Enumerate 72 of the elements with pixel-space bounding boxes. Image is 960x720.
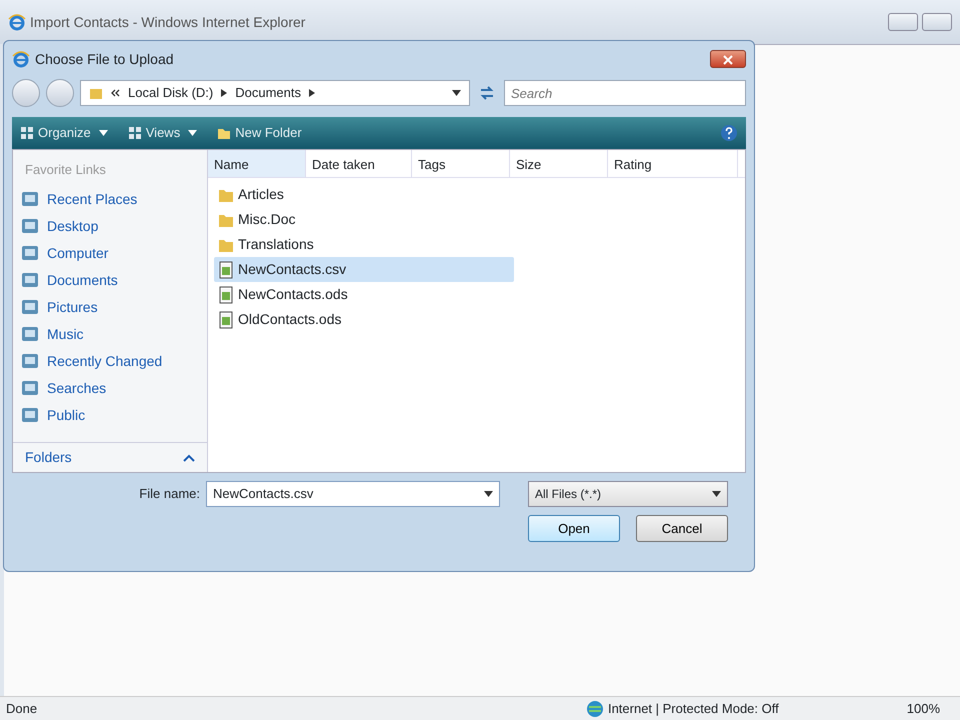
file-item[interactable]: Articles	[214, 182, 514, 207]
file-item[interactable]: OldContacts.ods	[214, 307, 514, 332]
field-label: File name:	[139, 485, 200, 504]
spreadsheet-file-icon	[218, 260, 234, 278]
spreadsheet-file-icon	[218, 286, 234, 304]
place-icon	[21, 379, 39, 397]
column-header[interactable]: Name	[208, 150, 306, 177]
spreadsheet-file-icon	[218, 310, 234, 328]
place-icon	[21, 190, 39, 208]
favorite-link[interactable]: Music	[13, 320, 207, 348]
file-item[interactable]: Misc.Doc	[214, 207, 514, 232]
file-item[interactable]: NewContacts.csv	[214, 257, 514, 282]
file-name-field[interactable]: NewContacts.csv	[206, 481, 500, 507]
close-icon	[723, 54, 733, 65]
column-header[interactable]: Tags	[412, 150, 510, 177]
favorite-link[interactable]: Documents	[13, 266, 207, 294]
favorite-link[interactable]: Desktop	[13, 212, 207, 240]
minimize-button[interactable]	[888, 13, 918, 31]
caret-icon[interactable]	[452, 90, 461, 96]
place-icon	[21, 217, 39, 235]
place-icon	[21, 352, 39, 370]
caret-icon	[98, 130, 108, 136]
close-button[interactable]	[710, 50, 746, 68]
caret-icon[interactable]	[484, 491, 493, 497]
favorite-link[interactable]: Recently Changed	[13, 348, 207, 374]
maximize-button[interactable]	[922, 13, 952, 31]
dialog-button[interactable]: Cancel	[636, 515, 728, 542]
browser-logo-icon	[12, 50, 30, 68]
favorite-link[interactable]: Public	[13, 402, 207, 428]
dialog-title: Choose File to Upload	[35, 50, 174, 69]
breadcrumb-item[interactable]: Documents	[235, 83, 301, 103]
place-icon	[21, 406, 39, 424]
chevron-up-icon[interactable]	[183, 454, 195, 462]
column-header[interactable]: Size	[510, 150, 608, 177]
favorite-link[interactable]: Computer	[13, 240, 207, 266]
place-icon	[21, 244, 39, 262]
globe-icon	[586, 700, 604, 718]
search-field[interactable]: Search	[504, 80, 746, 106]
file-type-dropdown[interactable]: All Files (*.*)	[528, 481, 728, 507]
address-bar[interactable]: Local Disk (D:) Documents	[80, 80, 470, 106]
place-icon	[21, 298, 39, 316]
caret-icon	[188, 130, 198, 136]
browser-logo-icon	[8, 13, 26, 31]
zoom-level[interactable]: 100%	[906, 698, 940, 718]
folder-icon	[217, 126, 232, 140]
help-icon[interactable]	[720, 124, 738, 142]
toolbar-menu[interactable]: Views	[128, 123, 198, 143]
place-icon	[21, 271, 39, 289]
double-chevron-icon[interactable]	[111, 89, 120, 97]
file-item[interactable]: NewContacts.ods	[214, 282, 514, 307]
favorite-link[interactable]: Recent Places	[13, 186, 207, 212]
status-text: Done	[6, 700, 38, 718]
grid-icon	[20, 126, 34, 140]
separator-arrow-icon[interactable]	[309, 89, 315, 97]
place-icon	[21, 325, 39, 343]
dialog-button[interactable]: Open	[528, 515, 620, 542]
separator-arrow-icon[interactable]	[221, 89, 228, 97]
toolbar-menu[interactable]: Organize	[20, 123, 108, 143]
security-zone: Internet | Protected Mode: Off	[608, 700, 779, 718]
favorite-link[interactable]: Pictures	[13, 294, 207, 320]
toolbar-button[interactable]: New Folder	[217, 123, 302, 143]
folder-icon	[89, 86, 103, 100]
favorite-link[interactable]: Searches	[13, 374, 207, 402]
column-header[interactable]: Date taken	[306, 150, 412, 177]
column-header[interactable]: Rating	[608, 150, 738, 177]
section-heading: Favorite Links	[24, 161, 107, 179]
window-title: Import Contacts - Windows Internet Explorer	[30, 12, 306, 32]
caret-icon[interactable]	[712, 491, 721, 497]
folders-toggle[interactable]: Folders	[25, 447, 72, 468]
file-item[interactable]: Translations	[214, 232, 514, 257]
grid-icon	[128, 126, 142, 140]
breadcrumb-item[interactable]: Local Disk (D:)	[128, 83, 214, 103]
